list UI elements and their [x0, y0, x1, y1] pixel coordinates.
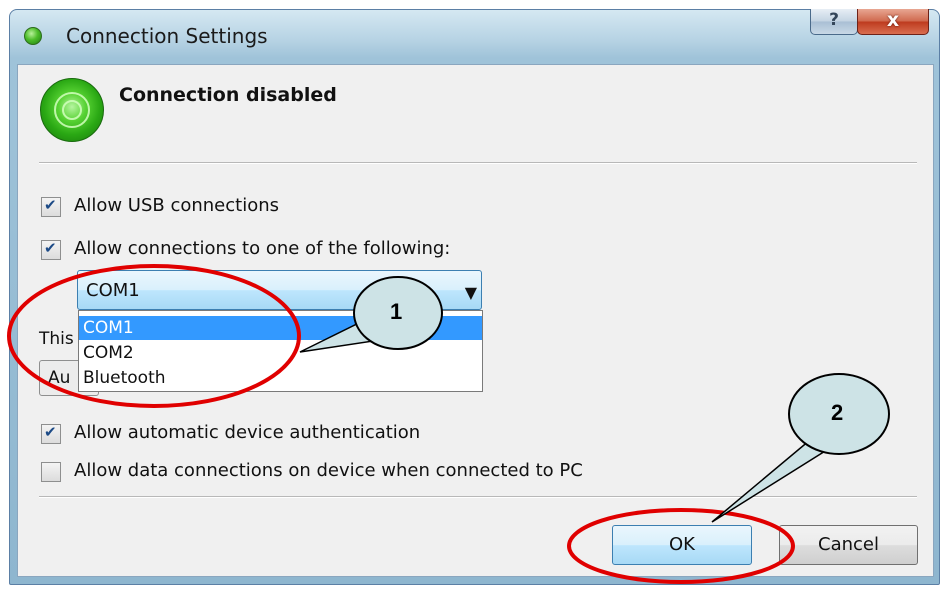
separator-bottom: [39, 496, 917, 498]
port-option-com2[interactable]: COM2: [79, 341, 482, 365]
port-select[interactable]: COM1 ▼: [77, 270, 482, 310]
auto-auth-checkbox[interactable]: [41, 423, 61, 444]
port-option-com1[interactable]: COM1: [79, 316, 482, 340]
connection-status-text: Connection disabled: [119, 84, 337, 106]
close-button[interactable]: x: [857, 9, 929, 35]
callout-1-label: 1: [390, 299, 403, 324]
help-button[interactable]: ?: [810, 9, 858, 35]
app-icon: [24, 27, 42, 45]
window-title: Connection Settings: [66, 24, 268, 48]
cancel-button[interactable]: Cancel: [779, 525, 918, 565]
auto-auth-label: Allow automatic device authentication: [74, 422, 421, 443]
separator-top: [39, 162, 917, 164]
port-dropdown-list: COM1 COM2 Bluetooth: [78, 310, 483, 392]
help-icon: ?: [829, 10, 839, 30]
data-connection-label: Allow data connections on device when co…: [74, 460, 583, 481]
ok-button[interactable]: OK: [612, 525, 752, 565]
allow-following-checkbox[interactable]: [41, 239, 61, 260]
data-connection-checkbox[interactable]: [41, 462, 61, 482]
obscured-label: This: [39, 329, 74, 349]
allow-usb-checkbox[interactable]: [41, 196, 61, 217]
allow-following-label: Allow connections to one of the followin…: [74, 238, 451, 259]
allow-usb-label: Allow USB connections: [74, 195, 279, 216]
chevron-down-icon[interactable]: ▼: [465, 283, 477, 302]
callout-2-label: 2: [831, 400, 844, 425]
authentication-combo-value: Au: [48, 368, 71, 388]
title-bar: Connection Settings: [9, 9, 938, 67]
port-select-value: COM1: [86, 280, 140, 301]
port-option-bluetooth[interactable]: Bluetooth: [79, 366, 482, 390]
close-icon: x: [886, 9, 900, 31]
connection-status-icon: [40, 78, 104, 142]
